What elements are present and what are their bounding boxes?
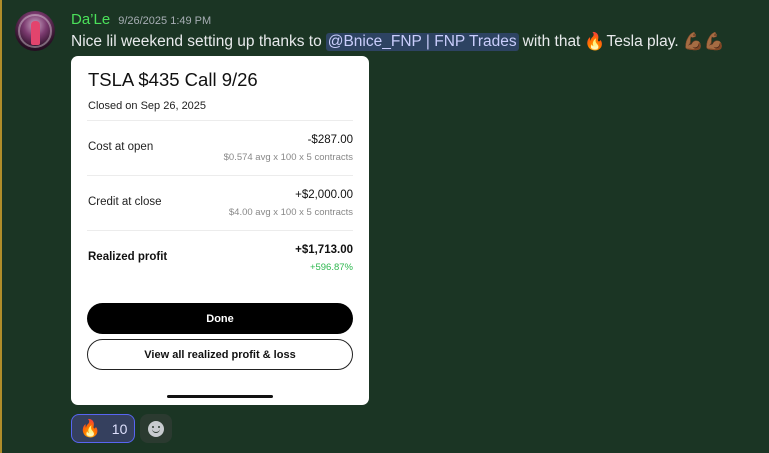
smiley-icon — [148, 420, 164, 437]
card-title: TSLA $435 Call 9/26 — [88, 69, 258, 90]
add-reaction-button[interactable] — [140, 414, 172, 443]
credit-at-close-row: Credit at close +$2,000.00 $4.00 avg x 1… — [87, 175, 353, 231]
view-realized-pl-button: View all realized profit & loss — [87, 339, 353, 370]
fire-emoji-icon: 🔥 — [79, 418, 101, 438]
message-text-middle: with that — [522, 33, 581, 50]
reaction-fire[interactable]: 🔥 10 — [71, 414, 135, 443]
fire-emoji-icon: 🔥 — [584, 32, 606, 51]
reaction-count: 10 — [111, 420, 128, 437]
user-mention[interactable]: @Bnice_FNP | FNP Trades — [325, 33, 519, 51]
message-highlight-bar — [0, 0, 2, 453]
done-button: Done — [87, 303, 353, 334]
cost-at-open-row: Cost at open -$287.00 $0.574 avg x 100 x… — [87, 120, 353, 176]
attached-image-trade-card[interactable]: TSLA $435 Call 9/26 Closed on Sep 26, 20… — [71, 56, 369, 405]
message-content: Nice lil weekend setting up thanks to @B… — [71, 32, 726, 52]
avatar[interactable] — [15, 11, 55, 51]
row-label: Credit at close — [88, 196, 162, 208]
row-label: Realized profit — [88, 251, 168, 263]
row-detail: $0.574 avg x 100 x 5 contracts — [223, 152, 353, 163]
avatar-figure — [31, 21, 40, 45]
row-value: +$2,000.00 — [295, 189, 353, 201]
username[interactable]: Da’Le — [71, 11, 110, 28]
row-value: -$287.00 — [307, 134, 353, 146]
profit-percent: +596.87% — [309, 262, 353, 273]
message-text-after: Tesla play. — [606, 33, 679, 50]
timestamp: 9/26/2025 1:49 PM — [118, 15, 212, 27]
row-value: +$1,713.00 — [295, 244, 353, 256]
row-label: Cost at open — [88, 141, 154, 153]
message-text-before: Nice lil weekend setting up thanks to — [71, 33, 322, 50]
realized-profit-row: Realized profit +$1,713.00 +596.87% — [87, 230, 353, 286]
home-indicator — [167, 395, 273, 398]
card-subtitle: Closed on Sep 26, 2025 — [88, 100, 207, 112]
message-header: Da’Le 9/26/2025 1:49 PM — [71, 11, 211, 28]
flexed-biceps-emoji-icon: 💪🏾💪🏾 — [682, 32, 725, 51]
row-detail: $4.00 avg x 100 x 5 contracts — [228, 207, 353, 218]
